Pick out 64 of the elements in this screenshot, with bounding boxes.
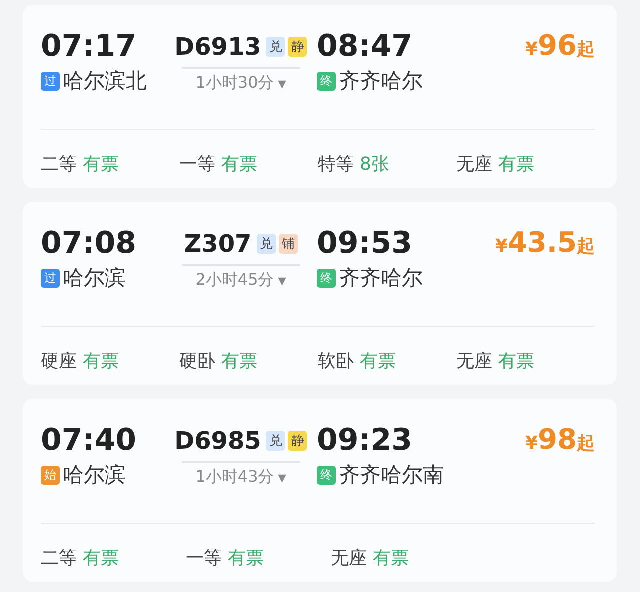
seat-availability: 8张 xyxy=(360,153,390,176)
price-suffix: 起 xyxy=(577,432,595,455)
duration: 1小时43分 xyxy=(196,467,274,488)
departure-time: 07:40 xyxy=(41,423,138,459)
duration: 2小时45分 xyxy=(196,270,274,291)
train-tag: 兑 xyxy=(266,37,286,57)
departure-time: 07:17 xyxy=(41,29,138,65)
currency-sign: ¥ xyxy=(495,236,508,257)
train-tag: 兑 xyxy=(266,431,286,451)
seat-availability: 有票 xyxy=(83,547,119,570)
train-number: D6985 xyxy=(174,427,262,455)
arrival-time: 08:47 xyxy=(317,29,414,65)
train-tag: 静 xyxy=(288,431,308,451)
seat-class: 无座 xyxy=(331,547,367,570)
seat-availability: 有票 xyxy=(498,153,534,176)
seat-availability: 有票 xyxy=(360,350,396,373)
seat-availability: 有票 xyxy=(83,153,119,176)
seat-class: 硬座 xyxy=(41,350,77,373)
seat-class: 二等 xyxy=(41,547,77,570)
currency-sign: ¥ xyxy=(526,433,538,454)
station-mark: 终 xyxy=(317,268,336,288)
price: 43.5 xyxy=(508,226,577,259)
train-card[interactable]: 07:08 过 哈尔滨 Z307 兑 铺 2小时45分 ▾ 09:53 终 齐齐哈尔 ¥43.5起 硬座 有票 硬卧 有票 软卧 有票 无座 有票 xyxy=(23,202,617,385)
seat-availability: 有票 xyxy=(373,547,409,570)
train-tag: 兑 xyxy=(256,234,276,254)
arrival-time: 09:53 xyxy=(317,226,414,262)
seat-availability: 有票 xyxy=(498,350,534,373)
train-number: D6913 xyxy=(174,33,262,61)
seat-class: 一等 xyxy=(180,153,216,176)
arrival-station: 齐齐哈尔 xyxy=(339,265,423,292)
departure-time: 07:08 xyxy=(41,226,138,262)
price-suffix: 起 xyxy=(577,38,595,61)
seat-class: 硬卧 xyxy=(180,350,216,373)
seat-class: 无座 xyxy=(456,153,492,176)
station-mark: 过 xyxy=(41,268,60,288)
arrival-station: 齐齐哈尔南 xyxy=(339,462,444,489)
seat-class: 无座 xyxy=(456,350,492,373)
station-mark: 过 xyxy=(41,72,60,90)
price: 96 xyxy=(538,29,577,62)
station-mark: 终 xyxy=(317,72,336,90)
seat-availability: 有票 xyxy=(222,350,258,373)
duration: 1小时30分 xyxy=(196,73,274,94)
seat-class: 特等 xyxy=(318,153,354,176)
station-mark: 始 xyxy=(41,466,60,484)
seat-class: 一等 xyxy=(186,547,222,570)
departure-station: 哈尔滨 xyxy=(63,462,126,489)
train-number: Z307 xyxy=(184,230,252,258)
price: 98 xyxy=(538,423,577,456)
departure-station: 哈尔滨北 xyxy=(63,68,147,95)
seat-class: 二等 xyxy=(41,153,77,176)
arrival-time: 09:23 xyxy=(317,423,414,459)
train-card[interactable]: 07:40 始 哈尔滨 D6985 兑 静 1小时43分 ▾ 09:23 终 齐齐哈尔南 ¥98起 二等 有票 一等 有票 无座 有票 xyxy=(23,399,617,582)
arrival-station: 齐齐哈尔 xyxy=(339,68,423,95)
seat-availability: 有票 xyxy=(228,547,264,570)
seat-availability: 有票 xyxy=(222,153,258,176)
seat-class: 软卧 xyxy=(318,350,354,373)
train-card[interactable]: 07:17 过 哈尔滨北 D6913 兑 静 1小时30分 ▾ 08:47 终 齐齐哈尔 ¥96起 二等 有票 一等 有票 特等 8张 无座 有票 xyxy=(23,5,617,188)
departure-station: 哈尔滨 xyxy=(63,265,126,292)
seat-availability: 有票 xyxy=(83,350,119,373)
train-tag: 铺 xyxy=(278,234,298,254)
train-tag: 静 xyxy=(288,37,308,57)
station-mark: 终 xyxy=(317,466,336,484)
currency-sign: ¥ xyxy=(526,39,538,60)
price-suffix: 起 xyxy=(577,235,595,258)
